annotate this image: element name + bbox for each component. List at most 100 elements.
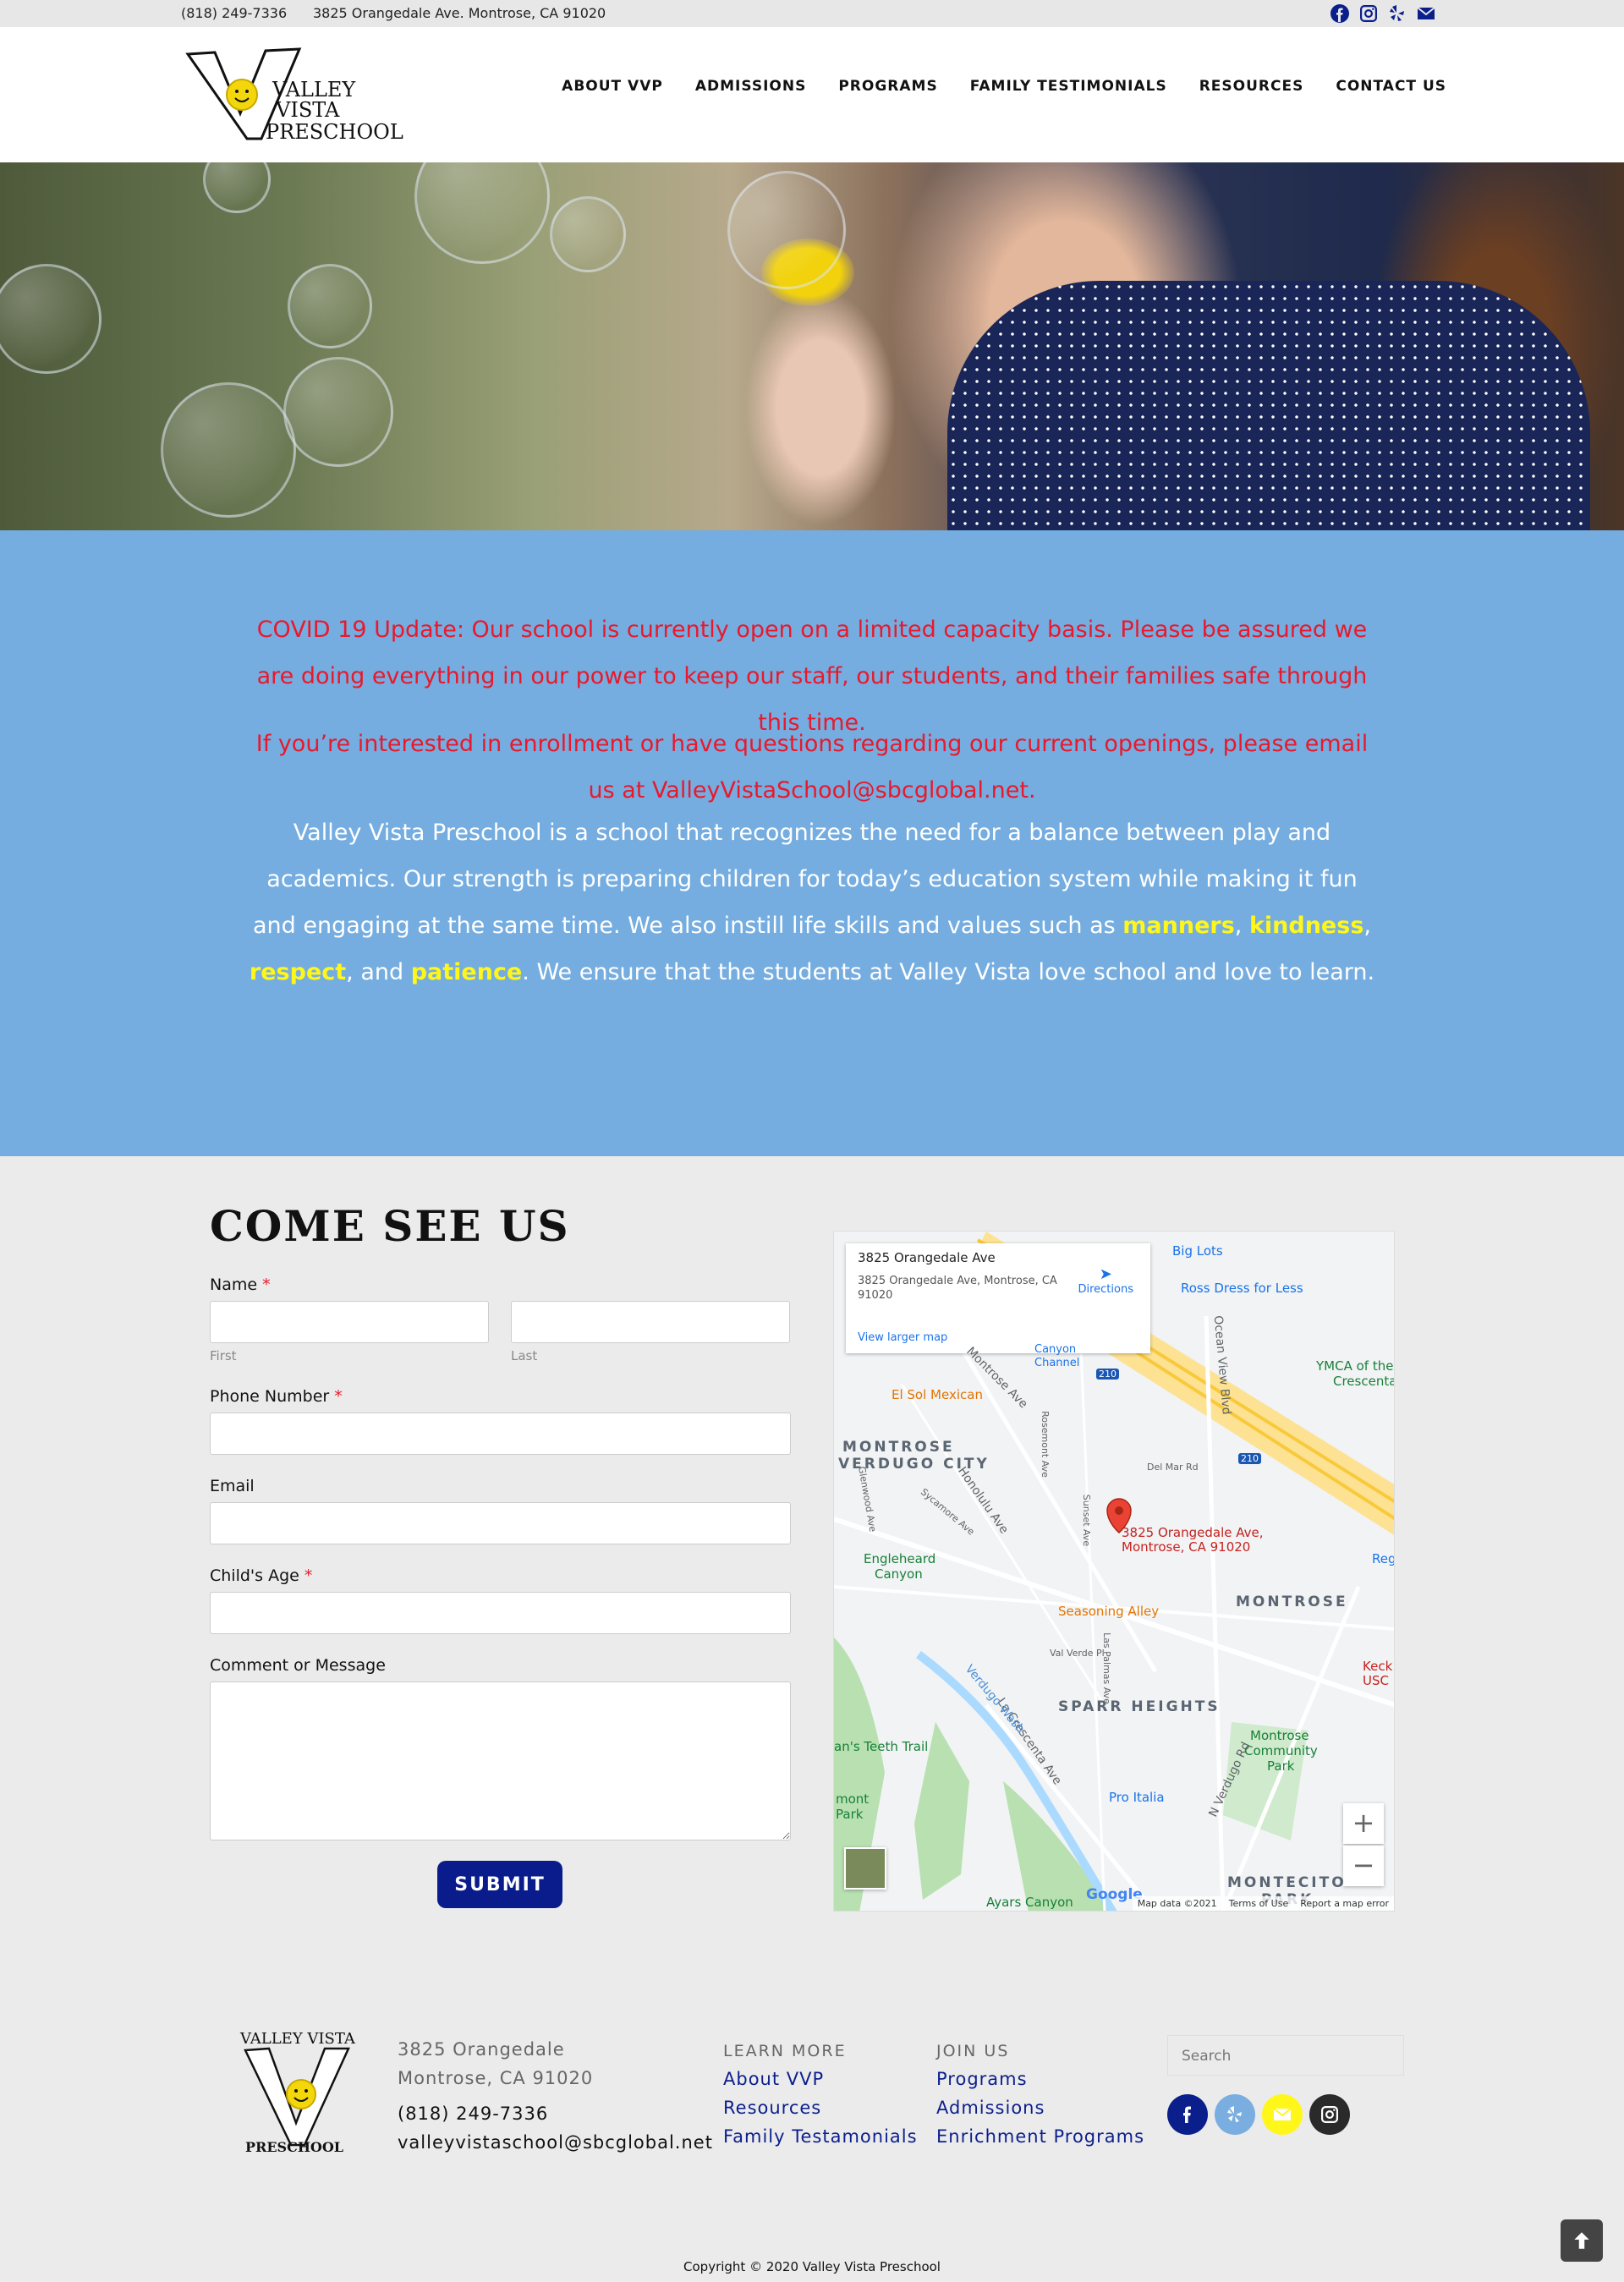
map-poi[interactable]: Canyon [875,1566,923,1582]
envelope-icon[interactable] [1262,2094,1303,2135]
map-poi[interactable]: Pro Italia [1109,1790,1165,1805]
footer-address-line-2: Montrose, CA 91020 [398,2068,594,2088]
map-street-label: Rosemont Ave [1039,1411,1051,1478]
nav-contact[interactable]: CONTACT US [1336,78,1446,95]
map-poi[interactable]: Park [1267,1758,1294,1774]
map-area-label: SPARR HEIGHTS [1058,1698,1221,1715]
nav-programs[interactable]: PROGRAMS [838,78,937,95]
instagram-icon[interactable] [1358,3,1379,27]
email-input[interactable] [210,1502,791,1544]
phone-input[interactable] [210,1413,791,1455]
required-mark: * [304,1566,313,1585]
zoom-in-button[interactable]: + [1343,1803,1384,1844]
map-poi[interactable]: Ross Dress for Less [1181,1281,1303,1296]
hero-image [0,162,1624,530]
yelp-icon[interactable] [1215,2094,1255,2135]
nav-admissions[interactable]: ADMISSIONS [695,78,806,95]
map-attribution: Map data ©2021 Terms of Use Report a map… [1132,1896,1394,1911]
map-poi[interactable]: Ayars Canyon [986,1895,1073,1910]
instagram-icon[interactable] [1309,2094,1350,2135]
site-logo[interactable]: VALLEY VISTA PRESCHOOL [181,44,409,145]
map-info-address: 3825 Orangedale Ave, Montrose, CA 91020 [858,1275,1057,1302]
footer-email[interactable]: valleyvistaschool@sbcglobal.net [398,2128,713,2157]
nav-family-testimonials[interactable]: FAMILY TESTIMONIALS [970,78,1167,95]
map-street-label: Las Palmas Ave [1100,1632,1112,1704]
topbar-social-icons [1330,3,1436,27]
scroll-to-top-button[interactable] [1561,2219,1603,2262]
name-label: Name * [210,1275,271,1294]
value-kindness: kindness [1248,913,1364,939]
zoom-out-button[interactable]: − [1343,1846,1384,1886]
footer-phone[interactable]: (818) 249-7336 [398,2099,713,2128]
map-poi[interactable]: an's Teeth Trail [834,1739,928,1754]
submit-button[interactable]: SUBMIT [437,1861,562,1908]
last-name-input[interactable] [511,1301,790,1343]
map-poi[interactable]: Big Lots [1172,1243,1223,1259]
map-poi[interactable]: Montrose [1250,1728,1309,1743]
map-area-label: MONTECITO [1227,1874,1347,1891]
first-name-input[interactable] [210,1301,489,1343]
child-age-label: Child's Age * [210,1566,313,1585]
satellite-toggle[interactable] [844,1847,886,1890]
footer-social-icons [1167,2094,1350,2135]
map-poi[interactable]: Canyon [1034,1343,1076,1356]
footer-address: 3825 Orangedale Montrose, CA 91020 [398,2035,593,2093]
google-map[interactable]: 3825 Orangedale Ave 3825 Orangedale Ave,… [833,1231,1395,1912]
facebook-icon[interactable] [1330,3,1350,27]
highway-shield-icon: 210 [1096,1369,1119,1380]
nav-about[interactable]: ABOUT VVP [562,78,663,95]
arrow-up-icon [1574,2232,1589,2249]
join-us-heading: JOIN US [936,2042,1010,2060]
value-patience: patience [410,959,523,985]
footer-link-enrichment[interactable]: Enrichment Programs [936,2126,1144,2147]
site-footer: VALLEY VISTA PRESCHOOL 3825 Orangedale M… [0,1945,1624,2282]
map-info-card: 3825 Orangedale Ave 3825 Orangedale Ave,… [846,1243,1150,1353]
footer-search-input[interactable]: Search [1167,2035,1404,2076]
yelp-icon[interactable] [1387,3,1407,27]
map-poi[interactable]: Crescenta [1333,1374,1394,1389]
highway-shield-icon: 210 [1238,1453,1261,1464]
map-poi[interactable]: Reg [1372,1551,1394,1566]
map-poi[interactable]: USC [1363,1673,1389,1688]
view-larger-map-link[interactable]: View larger map [858,1331,947,1344]
value-sep-2: , [1363,913,1371,939]
required-mark: * [262,1275,271,1294]
map-poi[interactable]: Keck [1363,1659,1392,1674]
top-bar: (818) 249-7336 3825 Orangedale Ave. Mont… [0,0,1624,27]
map-poi[interactable]: Park [836,1807,863,1822]
footer-link-programs[interactable]: Programs [936,2069,1028,2089]
terms-of-use-link[interactable]: Terms of Use [1229,1898,1289,1909]
directions-icon: ➤ [1099,1265,1112,1283]
map-poi[interactable]: El Sol Mexican [892,1387,983,1402]
footer-logo[interactable]: VALLEY VISTA PRESCHOOL [237,2028,364,2155]
topbar-phone[interactable]: (818) 249-7336 [181,5,287,21]
first-name-sublabel: First [210,1348,237,1363]
value-sep-1: , [1234,913,1249,939]
map-poi[interactable]: YMCA of the [1316,1358,1393,1374]
facebook-icon[interactable] [1167,2094,1208,2135]
topbar-address: 3825 Orangedale Ave. Montrose, CA 91020 [313,5,606,21]
comment-textarea[interactable] [210,1681,791,1840]
child-age-input[interactable] [210,1592,791,1634]
copyright-text: Copyright © 2020 Valley Vista Preschool [683,2259,941,2274]
map-poi[interactable]: mont [836,1791,869,1807]
map-poi[interactable]: Engleheard [864,1551,935,1566]
map-poi[interactable]: Channel [1034,1357,1079,1369]
footer-link-family-testimonials[interactable]: Family Testamonials [723,2126,918,2147]
email-label: Email [210,1477,255,1495]
report-map-error-link[interactable]: Report a map error [1300,1898,1389,1909]
map-poi[interactable]: Seasoning Alley [1058,1604,1159,1619]
comment-label: Comment or Message [210,1656,386,1675]
last-name-sublabel: Last [511,1348,538,1363]
footer-link-about[interactable]: About VVP [723,2069,824,2089]
map-poi[interactable]: Community [1244,1743,1318,1758]
footer-link-admissions[interactable]: Admissions [936,2098,1045,2118]
required-mark: * [334,1387,343,1406]
nav-resources[interactable]: RESOURCES [1199,78,1304,95]
enrollment-text: If you’re interested in enrollment or ha… [255,731,1369,804]
map-pin-label: 3825 Orangedale Ave, Montrose, CA 91020 [1122,1525,1264,1555]
logo-text-3: PRESCHOOL [266,120,403,144]
footer-link-resources[interactable]: Resources [723,2098,821,2118]
envelope-icon[interactable] [1416,3,1436,27]
map-directions-link[interactable]: ➤ Directions [1078,1265,1133,1296]
